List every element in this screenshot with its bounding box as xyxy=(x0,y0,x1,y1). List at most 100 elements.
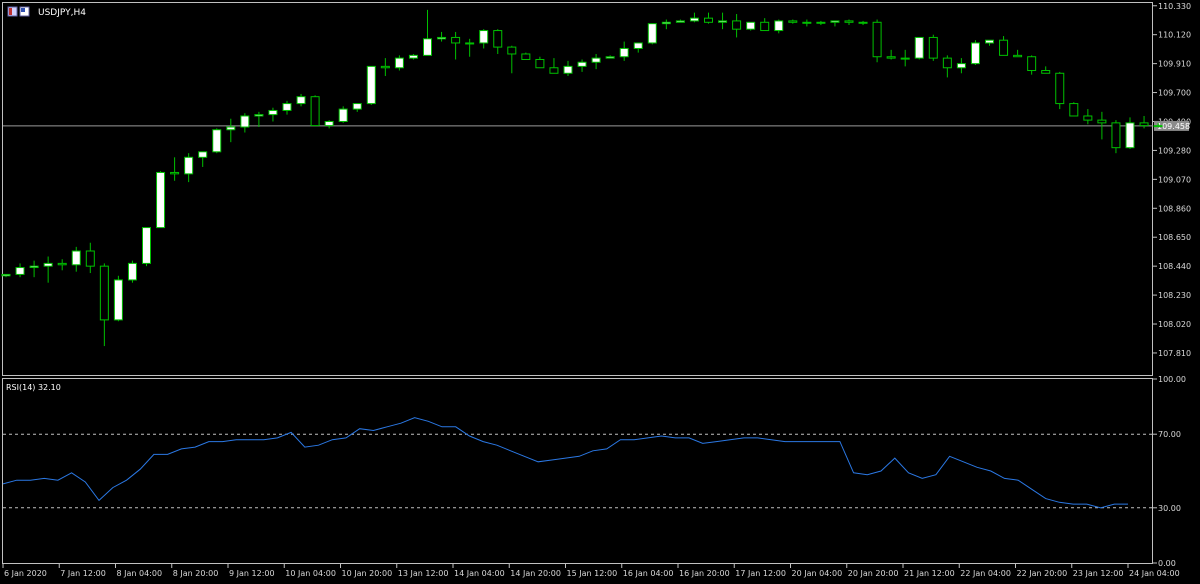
candle xyxy=(394,55,404,71)
price-tick-label: 108.860 xyxy=(1158,204,1191,213)
price-tick-label: 109.700 xyxy=(1158,89,1191,98)
price-tick-label: 108.020 xyxy=(1158,320,1191,329)
time-tick-label: 13 Jan 12:00 xyxy=(398,569,449,578)
candle-body xyxy=(1055,72,1065,105)
candle-body xyxy=(886,56,896,59)
time-tick-label: 8 Jan 04:00 xyxy=(117,569,163,578)
candle-body xyxy=(423,38,432,56)
symbol-label: USDJPY,H4 xyxy=(38,8,86,18)
candle-body xyxy=(956,63,966,69)
price-tick-label: 110.120 xyxy=(1158,31,1191,40)
candle-body xyxy=(689,17,699,22)
time-tick-label: 14 Jan 20:00 xyxy=(510,569,561,578)
time-tick-label: 9 Jan 12:00 xyxy=(229,569,275,578)
candle xyxy=(872,19,882,63)
time-tick-label: 17 Jan 12:00 xyxy=(735,569,786,578)
candle-body xyxy=(43,262,53,267)
time-tick-label: 22 Jan 04:00 xyxy=(960,569,1011,578)
candle xyxy=(521,52,531,60)
candle-body xyxy=(844,20,854,23)
candle-body xyxy=(872,21,882,58)
candle-body xyxy=(661,21,671,25)
time-tick-label: 10 Jan 04:00 xyxy=(285,569,336,578)
candle-body xyxy=(282,103,292,111)
candle xyxy=(212,128,222,154)
candle xyxy=(310,95,320,127)
candle-body xyxy=(928,36,938,59)
candle-body xyxy=(142,227,151,264)
candle-body xyxy=(591,57,601,63)
candle xyxy=(970,40,980,65)
candle-body xyxy=(619,47,629,58)
candle-body xyxy=(324,120,334,127)
candle-body xyxy=(1083,115,1093,121)
flag-icon-canton xyxy=(21,8,25,12)
candle-body xyxy=(1041,70,1051,74)
candle-body xyxy=(633,42,643,49)
candle-body xyxy=(127,262,137,281)
time-tick-label: 10 Jan 20:00 xyxy=(342,569,393,578)
candle xyxy=(142,227,151,267)
rsi-label: RSI(14) 32.10 xyxy=(6,383,61,392)
candle-body xyxy=(746,21,756,30)
candle-body xyxy=(156,171,166,229)
candle-body xyxy=(493,30,503,48)
time-tick-label: 24 Jan 04:00 xyxy=(1129,569,1180,578)
candle-body xyxy=(1013,54,1023,58)
candle-body xyxy=(802,21,812,24)
candle-body xyxy=(1027,56,1037,72)
candle-body xyxy=(563,65,573,74)
candle-body xyxy=(521,53,531,60)
candle-body xyxy=(198,151,208,158)
candle xyxy=(156,171,166,229)
candle-body xyxy=(1069,103,1079,117)
candle-body xyxy=(577,61,587,67)
candle-body xyxy=(170,171,180,175)
chart-canvas: 110.330110.120109.910109.700109.490109.2… xyxy=(0,0,1200,584)
candle-body xyxy=(647,23,657,44)
candle-body xyxy=(774,20,784,32)
candle-body xyxy=(99,265,109,321)
candle-body xyxy=(479,30,489,44)
chart-background xyxy=(0,0,1200,584)
candle-body xyxy=(184,156,194,175)
candle xyxy=(647,23,657,45)
candle-body xyxy=(296,96,306,105)
candle-body xyxy=(338,108,348,122)
candle-body xyxy=(830,20,840,23)
candle-body xyxy=(675,20,685,23)
candle xyxy=(914,36,924,60)
candle-body xyxy=(268,109,278,116)
candle-body xyxy=(985,39,994,44)
candle-body xyxy=(85,250,95,267)
candle xyxy=(1055,71,1065,110)
rsi-tick-label: 70.00 xyxy=(1158,430,1181,439)
candle-body xyxy=(240,115,250,128)
candle-body xyxy=(366,65,376,105)
candle xyxy=(366,65,376,105)
candle-body xyxy=(437,36,447,40)
candle-body xyxy=(549,67,559,74)
time-tick-label: 20 Jan 20:00 xyxy=(848,569,899,578)
time-tick-label: 23 Jan 12:00 xyxy=(1073,569,1124,578)
candle-body xyxy=(914,36,924,59)
chart-window-icon-bar xyxy=(9,8,12,15)
candle-body xyxy=(380,65,390,69)
candle-body xyxy=(788,20,798,23)
time-tick-label: 21 Jan 12:00 xyxy=(904,569,955,578)
price-tick-label: 110.330 xyxy=(1158,2,1191,11)
symbol-header: USDJPY,H4 xyxy=(7,6,86,18)
time-tick-label: 7 Jan 12:00 xyxy=(60,569,106,578)
candle xyxy=(127,260,137,283)
candle xyxy=(1069,102,1079,117)
price-tick-label: 108.650 xyxy=(1158,233,1191,242)
candle-body xyxy=(760,21,770,32)
candle-body xyxy=(113,279,123,321)
candle-body xyxy=(71,250,81,266)
candle-body xyxy=(226,126,236,131)
price-tick-label: 107.810 xyxy=(1158,349,1191,358)
price-tick-label: 109.070 xyxy=(1158,175,1191,184)
candle xyxy=(928,34,938,61)
candle-body xyxy=(999,39,1009,56)
candle-body xyxy=(29,265,39,269)
